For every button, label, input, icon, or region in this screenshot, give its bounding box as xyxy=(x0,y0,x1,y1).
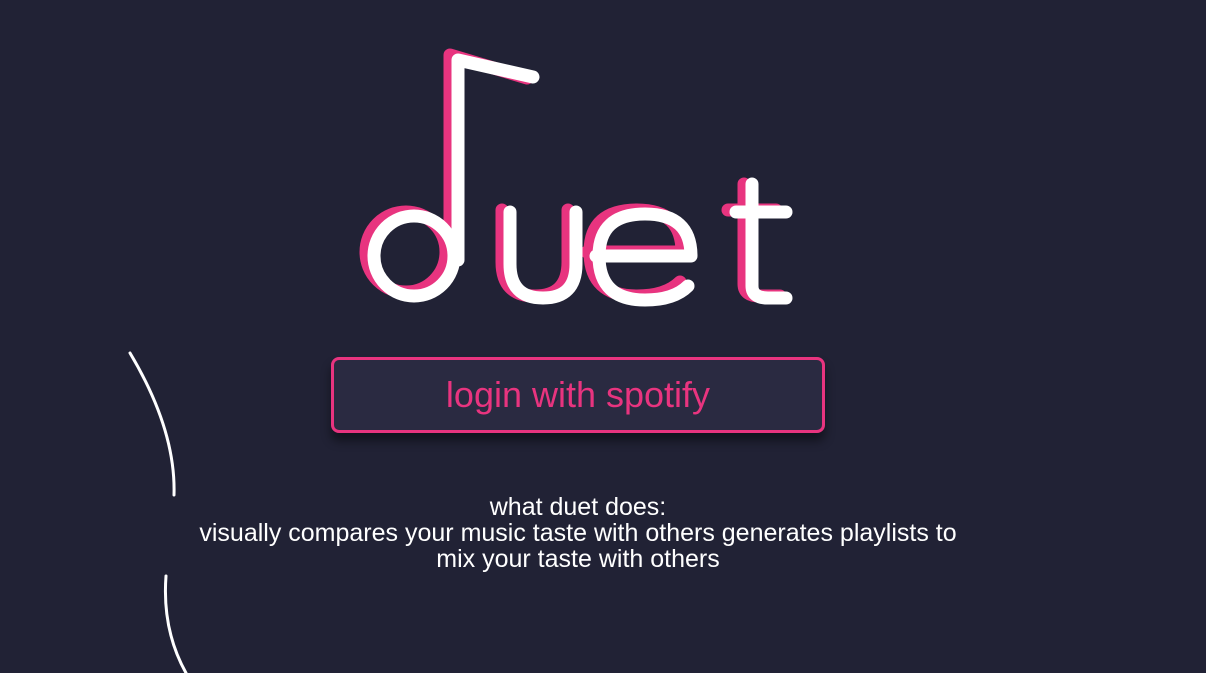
description-line-1: visually compares your music taste with … xyxy=(199,519,957,547)
login-with-spotify-button[interactable]: login with spotify xyxy=(331,357,825,433)
description-heading: what duet does: xyxy=(489,493,667,521)
description: what duet does: visually compares your m… xyxy=(140,494,1016,572)
logo-letters xyxy=(367,53,793,307)
landing-page: duet login with spotify wh xyxy=(0,0,1206,673)
description-line-2: mix your taste with others xyxy=(436,545,720,573)
duet-logo: duet xyxy=(359,48,793,307)
